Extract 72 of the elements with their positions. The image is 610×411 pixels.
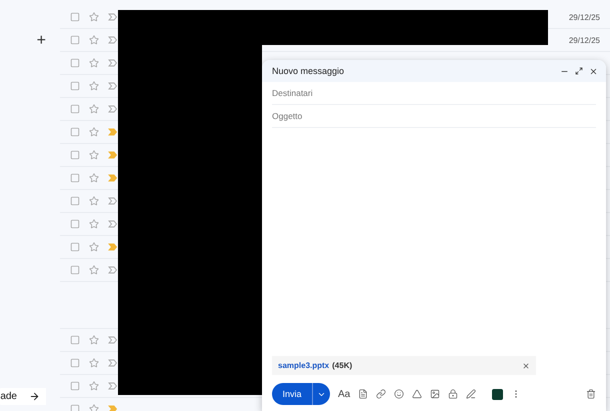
checkbox[interactable] xyxy=(70,150,80,160)
star-icon[interactable] xyxy=(89,381,99,391)
upgrade-button[interactable]: ade xyxy=(0,388,46,405)
star-icon[interactable] xyxy=(89,150,99,160)
send-button[interactable]: Invia xyxy=(272,383,312,405)
star-icon[interactable] xyxy=(89,58,99,68)
star-icon[interactable] xyxy=(89,242,99,252)
star-icon[interactable] xyxy=(89,104,99,114)
importance-marker-icon[interactable] xyxy=(108,405,117,411)
checkbox[interactable] xyxy=(70,58,80,68)
attachment-name[interactable]: sample3.pptx xyxy=(278,361,330,370)
star-icon[interactable] xyxy=(89,265,99,275)
remove-attachment-icon[interactable] xyxy=(522,362,530,370)
checkbox[interactable] xyxy=(70,35,80,45)
importance-marker-icon[interactable] xyxy=(108,382,117,390)
importance-marker-icon[interactable] xyxy=(108,243,117,251)
importance-marker-icon[interactable] xyxy=(108,13,117,21)
star-icon[interactable] xyxy=(89,35,99,45)
importance-marker-icon[interactable] xyxy=(108,82,117,90)
expand-icon[interactable] xyxy=(575,67,583,75)
checkbox[interactable] xyxy=(70,196,80,206)
star-icon[interactable] xyxy=(89,12,99,22)
importance-marker-icon[interactable] xyxy=(108,359,117,367)
star-icon[interactable] xyxy=(89,404,99,411)
close-icon[interactable] xyxy=(589,66,598,76)
importance-marker-icon[interactable] xyxy=(108,105,117,113)
compose-plus[interactable]: + xyxy=(36,32,46,50)
star-icon[interactable] xyxy=(89,335,99,345)
importance-marker-icon[interactable] xyxy=(108,220,117,228)
mail-date: 29/12/25 xyxy=(568,12,600,22)
drive-icon[interactable] xyxy=(412,389,422,399)
importance-marker-icon[interactable] xyxy=(108,174,117,182)
checkbox[interactable] xyxy=(70,265,80,275)
formatting-button[interactable]: Aa xyxy=(338,388,350,400)
attachment-chip[interactable]: sample3.pptx (45K) xyxy=(272,356,536,375)
importance-marker-icon[interactable] xyxy=(108,336,117,344)
star-icon[interactable] xyxy=(89,81,99,91)
attachment-size: (45K) xyxy=(332,361,354,370)
checkbox[interactable] xyxy=(70,81,80,91)
arrow-right-icon xyxy=(29,391,40,402)
pen-icon[interactable] xyxy=(466,389,476,399)
checkbox[interactable] xyxy=(70,104,80,114)
compose-title: Nuovo messaggio xyxy=(272,66,346,76)
importance-marker-icon[interactable] xyxy=(108,36,117,44)
lock-icon[interactable] xyxy=(448,389,458,399)
checkbox[interactable] xyxy=(70,127,80,137)
importance-marker-icon[interactable] xyxy=(108,59,117,67)
importance-marker-icon[interactable] xyxy=(108,128,117,136)
send-options-button[interactable] xyxy=(312,383,330,405)
importance-marker-icon[interactable] xyxy=(108,197,117,205)
link-icon[interactable] xyxy=(376,389,386,399)
checkbox[interactable] xyxy=(70,12,80,22)
star-icon[interactable] xyxy=(89,196,99,206)
document-icon[interactable] xyxy=(358,389,368,399)
app-icon[interactable] xyxy=(492,388,504,400)
checkbox[interactable] xyxy=(70,404,80,411)
trash-icon[interactable] xyxy=(586,389,596,399)
checkbox[interactable] xyxy=(70,242,80,252)
star-icon[interactable] xyxy=(89,127,99,137)
importance-marker-icon[interactable] xyxy=(108,266,117,274)
checkbox[interactable] xyxy=(70,219,80,229)
star-icon[interactable] xyxy=(89,173,99,183)
emoji-icon[interactable] xyxy=(394,389,404,399)
image-icon[interactable] xyxy=(430,389,440,399)
checkbox[interactable] xyxy=(70,173,80,183)
star-icon[interactable] xyxy=(89,358,99,368)
checkbox[interactable] xyxy=(70,358,80,368)
star-icon[interactable] xyxy=(89,219,99,229)
checkbox[interactable] xyxy=(70,335,80,345)
importance-marker-icon[interactable] xyxy=(108,151,117,159)
checkbox[interactable] xyxy=(70,381,80,391)
mail-date: 29/12/25 xyxy=(568,36,600,44)
